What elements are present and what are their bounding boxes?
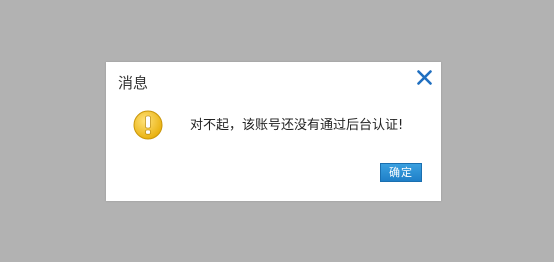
close-icon[interactable] [417, 70, 432, 85]
ok-button[interactable]: 确定 [380, 163, 422, 182]
message-dialog: 消息 对不起，该账号还没有通过后台认证! 确定 [106, 62, 441, 201]
dialog-message: 对不起，该账号还没有通过后台认证! [190, 118, 404, 133]
warning-icon [133, 110, 163, 140]
dialog-title: 消息 [118, 74, 149, 92]
